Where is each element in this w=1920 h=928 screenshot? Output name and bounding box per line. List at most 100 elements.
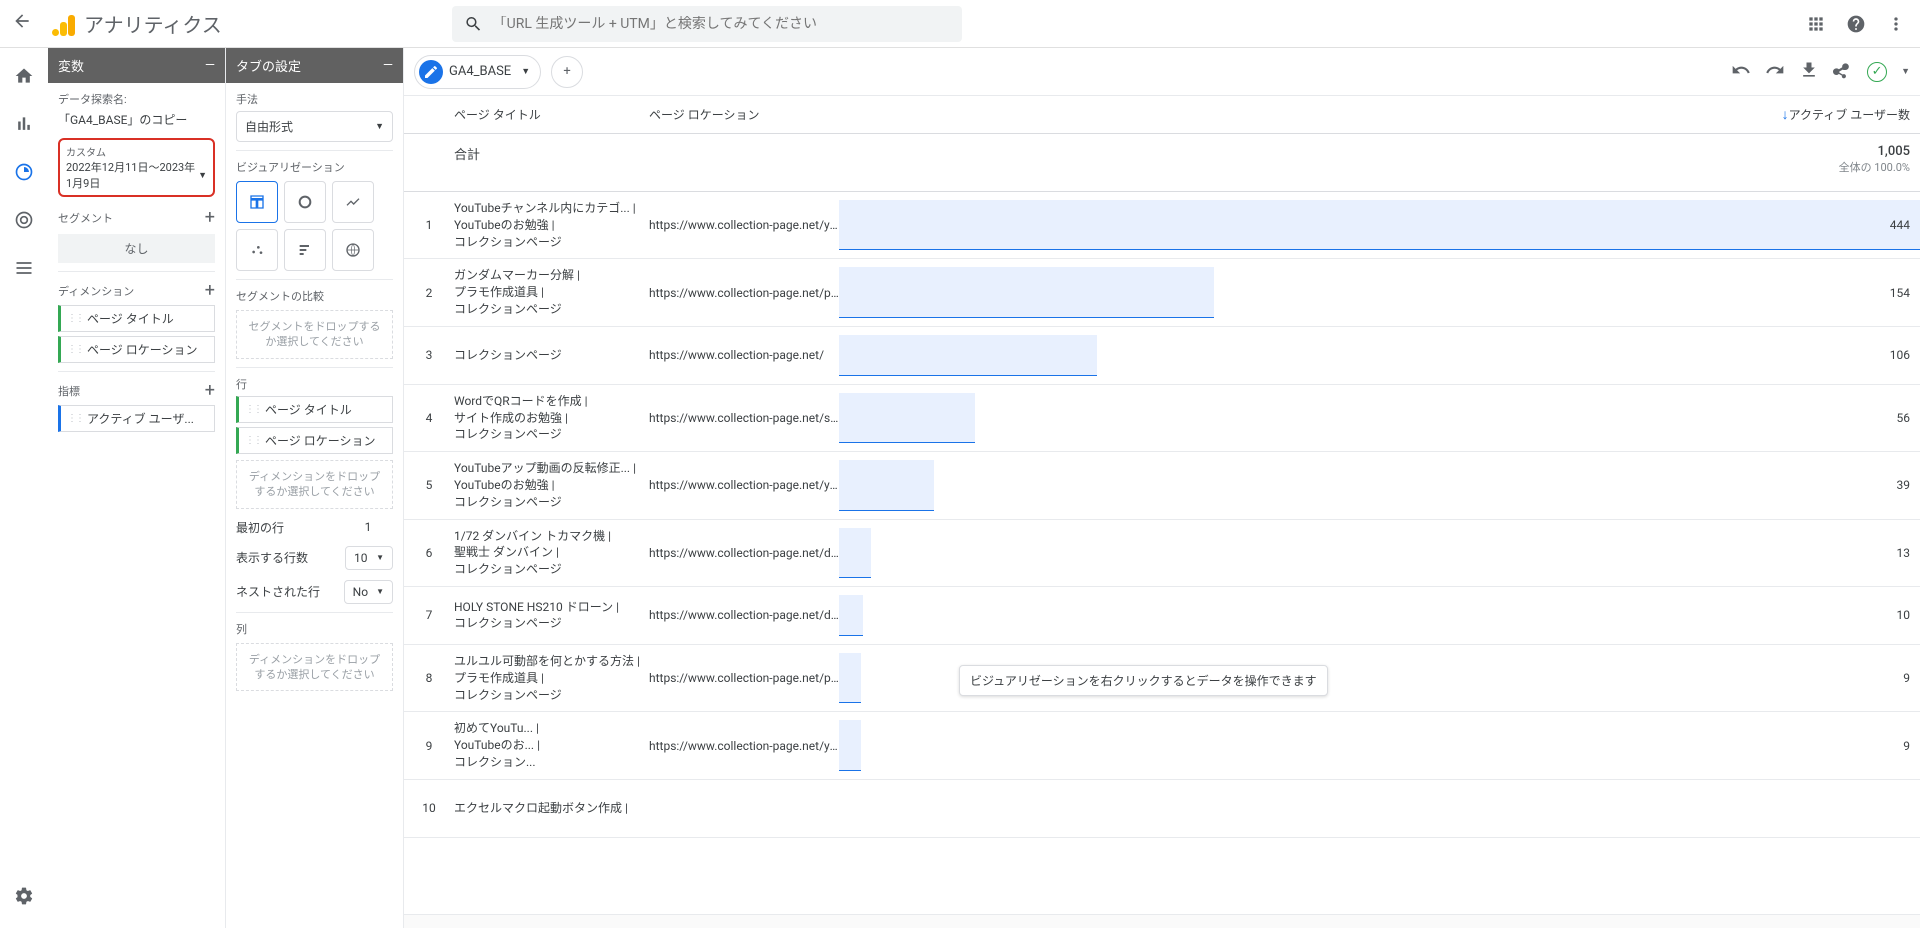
analytics-logo-icon (52, 12, 76, 36)
segment-drop-zone[interactable]: セグメントをドロップするか選択してください (236, 310, 393, 359)
show-rows-select[interactable]: 10▼ (345, 546, 393, 570)
variables-panel: 変数 — データ探索名: 「GA4_BASE」のコピー カスタム 2022年12… (48, 48, 226, 928)
app-title: アナリティクス (84, 9, 222, 38)
metric-chip[interactable]: ⋮⋮アクティブ ユーザ... (58, 405, 215, 432)
viz-donut-icon[interactable] (284, 181, 326, 223)
viz-line-icon[interactable] (332, 181, 374, 223)
total-label: 合計 (454, 144, 649, 175)
canvas-toolbar: GA4_BASE ▼ + ✓ ▼ (404, 48, 1920, 96)
nav-advertising-icon[interactable] (12, 208, 36, 232)
viz-geo-icon[interactable] (332, 229, 374, 271)
row-dimension-chip[interactable]: ⋮⋮ページ ロケーション (236, 427, 393, 454)
dimensions-label: ディメンション + (58, 280, 215, 301)
date-range-value: 2022年12月11日～2023年1月9日 (66, 159, 198, 191)
chevron-down-icon: ▼ (198, 170, 207, 181)
metrics-label: 指標 + (58, 380, 215, 401)
row-index: 3 (404, 348, 454, 362)
redo-icon[interactable] (1765, 60, 1785, 84)
date-range-picker[interactable]: カスタム 2022年12月11日～2023年1月9日▼ (58, 138, 215, 197)
nested-rows-select[interactable]: No▼ (344, 580, 393, 604)
horizontal-scrollbar[interactable] (404, 914, 1920, 928)
table-header: ページ タイトル ページ ロケーション ↓アクティブ ユーザー数 (404, 96, 1920, 134)
chevron-down-icon[interactable]: ▼ (1901, 66, 1910, 77)
data-area: ページ タイトル ページ ロケーション ↓アクティブ ユーザー数 合計 1,00… (404, 96, 1920, 914)
share-icon[interactable] (1833, 60, 1853, 84)
add-dimension-icon[interactable]: + (205, 280, 215, 301)
row-drop-zone[interactable]: ディメンションをドロップするか選択してください (236, 460, 393, 509)
table-row[interactable]: 3 コレクションページ https://www.collection-page.… (404, 327, 1920, 385)
row-title: HOLY STONE HS210 ドローン |コレクションページ (454, 599, 649, 633)
table-row[interactable]: 10 エクセルマクロ起動ボタン作成 | (404, 780, 1920, 838)
search-box[interactable] (452, 6, 962, 42)
segment-compare-label: セグメントの比較 (236, 288, 393, 304)
row-title: コレクションページ (454, 347, 649, 364)
viz-scatter-icon[interactable] (236, 229, 278, 271)
header-page-title[interactable]: ページ タイトル (454, 106, 649, 123)
table-row[interactable]: 5 YouTubeアップ動画の反転修正... |YouTubeのお勉強 |コレク… (404, 452, 1920, 519)
show-rows-label: 表示する行数 (236, 549, 308, 566)
table-row[interactable]: 6 1/72 ダンバイン トカマク機 |聖戦士 ダンバイン |コレクションページ… (404, 520, 1920, 587)
table-row[interactable]: 7 HOLY STONE HS210 ドローン |コレクションページ https… (404, 587, 1920, 645)
row-index: 7 (404, 608, 454, 622)
minimize-icon[interactable]: — (383, 58, 393, 73)
table-row[interactable]: 4 WordでQRコードを作成 |サイト作成のお勉強 |コレクションページ ht… (404, 385, 1920, 452)
topbar: アナリティクス (0, 0, 1920, 48)
header-metric[interactable]: ↓アクティブ ユーザー数 (839, 106, 1920, 123)
tab-settings-header: タブの設定 — (226, 48, 403, 83)
viz-table-icon[interactable] (236, 181, 278, 223)
viz-tooltip: ビジュアリゼーションを右クリックするとデータを操作できます (959, 665, 1328, 696)
exploration-name[interactable]: 「GA4_BASE」のコピー (58, 111, 215, 134)
status-check-icon[interactable]: ✓ (1867, 62, 1887, 82)
col-drop-zone[interactable]: ディメンションをドロップするか選択してください (236, 643, 393, 692)
undo-icon[interactable] (1731, 60, 1751, 84)
total-pct: 全体の 100.0% (839, 159, 1910, 175)
chevron-down-icon: ▼ (375, 121, 384, 132)
row-location: https://www.collection-page.net/pla... (649, 671, 839, 685)
bar-fill (839, 460, 934, 510)
add-tab-button[interactable]: + (551, 56, 583, 88)
edit-icon (419, 60, 443, 84)
help-icon[interactable] (1844, 12, 1868, 36)
table-row[interactable]: 1 YouTubeチャンネル内にカテゴ... |YouTubeのお勉強 |コレク… (404, 192, 1920, 259)
row-index: 1 (404, 218, 454, 232)
nav-admin-icon[interactable] (12, 884, 36, 908)
nav-configure-icon[interactable] (12, 256, 36, 280)
bar-fill (839, 393, 975, 443)
row-title: 1/72 ダンバイン トカマク機 |聖戦士 ダンバイン |コレクションページ (454, 528, 649, 578)
row-index: 6 (404, 546, 454, 560)
bar-value: 39 (1897, 478, 1911, 492)
nav-reports-icon[interactable] (12, 112, 36, 136)
nav-home-icon[interactable] (12, 64, 36, 88)
viz-label: ビジュアリゼーション (236, 159, 393, 175)
first-row-input[interactable]: 1 (343, 520, 393, 534)
tab-name: GA4_BASE (449, 64, 511, 79)
bar-value: 154 (1890, 286, 1910, 300)
exploration-tab[interactable]: GA4_BASE ▼ (414, 55, 541, 89)
search-input[interactable] (493, 16, 950, 32)
segments-label: セグメント + (58, 207, 215, 228)
minimize-icon[interactable]: — (205, 58, 215, 73)
add-metric-icon[interactable]: + (205, 380, 215, 401)
exploration-name-label: データ探索名: (58, 91, 215, 107)
dimension-chip[interactable]: ⋮⋮ページ タイトル (58, 305, 215, 332)
viz-bar-icon[interactable] (284, 229, 326, 271)
bar-value: 13 (1897, 546, 1911, 560)
apps-icon[interactable] (1804, 12, 1828, 36)
table-row[interactable]: 9 初めてYouTu... |YouTubeのお... |コレクション... h… (404, 712, 1920, 779)
dimension-chip[interactable]: ⋮⋮ページ ロケーション (58, 336, 215, 363)
row-location: https://www.collection-page.net/st... (649, 411, 839, 425)
table-row[interactable]: 2 ガンダムマーカー分解 |プラモ作成道具 |コレクションページ https:/… (404, 259, 1920, 326)
first-row-label: 最初の行 (236, 519, 284, 536)
row-title: WordでQRコードを作成 |サイト作成のお勉強 |コレクションページ (454, 393, 649, 443)
nav-explore-icon[interactable] (12, 160, 36, 184)
nav-rail (0, 48, 48, 928)
bar-value: 9 (1903, 739, 1910, 753)
bar-fill (839, 653, 861, 703)
download-icon[interactable] (1799, 60, 1819, 84)
technique-select[interactable]: 自由形式 ▼ (236, 111, 393, 142)
more-vert-icon[interactable] (1884, 12, 1908, 36)
row-dimension-chip[interactable]: ⋮⋮ページ タイトル (236, 396, 393, 423)
header-page-location[interactable]: ページ ロケーション (649, 106, 839, 123)
back-arrow-icon[interactable] (12, 11, 36, 36)
add-segment-icon[interactable]: + (205, 207, 215, 228)
